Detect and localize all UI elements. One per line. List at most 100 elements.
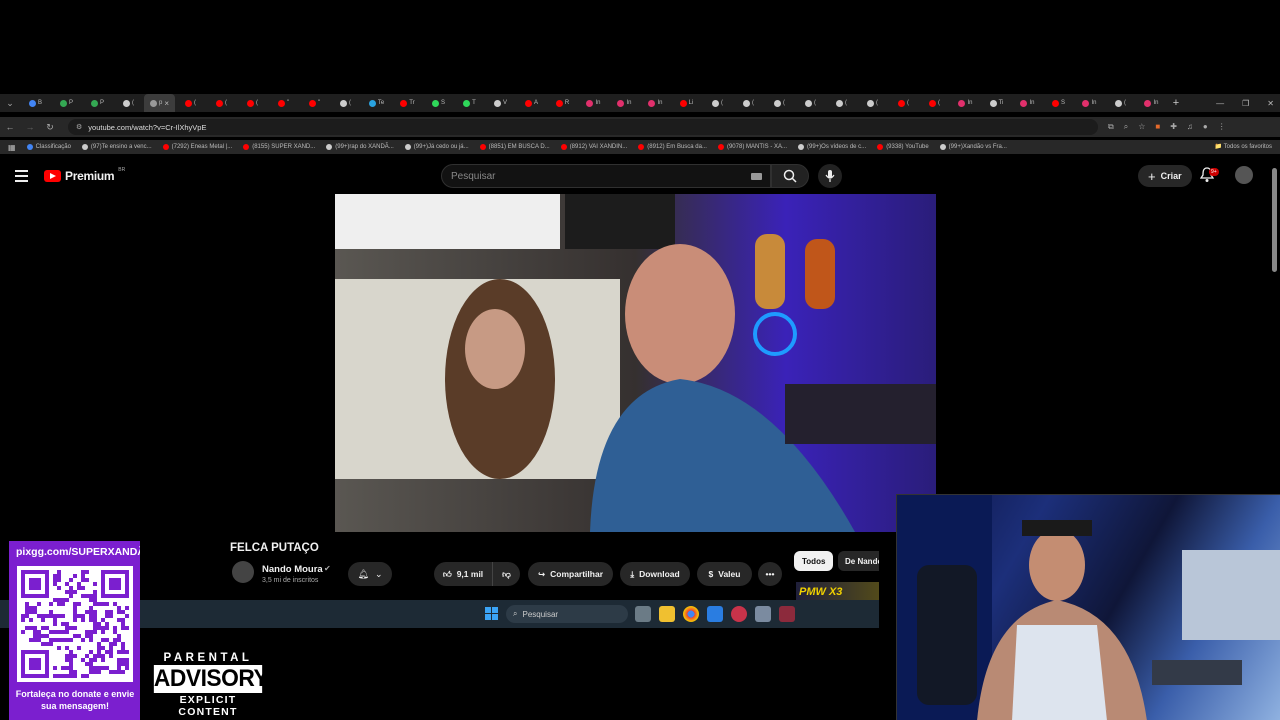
browser-tab[interactable]: ( xyxy=(237,94,268,112)
browser-tab[interactable]: ( xyxy=(764,94,795,112)
tab-search-icon[interactable]: ⌄ xyxy=(0,98,20,109)
close-tab-icon[interactable]: × xyxy=(164,99,169,108)
hamburger-menu-icon[interactable] xyxy=(15,170,28,185)
browser-tab[interactable]: P xyxy=(51,94,82,112)
bookmark-item[interactable]: (97)Te ensino a venc... xyxy=(81,144,152,150)
new-tab-button[interactable]: + xyxy=(1167,97,1185,109)
bookmark-item[interactable]: (99+)rap do XANDÃ... xyxy=(326,144,394,150)
windows-start-icon[interactable] xyxy=(485,607,498,620)
share-button[interactable]: ↪ Compartilhar xyxy=(528,562,613,586)
media-icon[interactable]: ♫ xyxy=(1187,122,1193,132)
browser-tab[interactable]: p × xyxy=(144,94,175,112)
browser-tab[interactable]: In xyxy=(609,94,640,112)
site-info-icon[interactable]: ⚙ xyxy=(76,123,82,131)
extension-icon[interactable]: ■ xyxy=(1155,122,1160,132)
reload-icon[interactable]: ↻ xyxy=(40,122,60,133)
app-icon[interactable] xyxy=(731,606,747,622)
browser-tab[interactable]: ( xyxy=(888,94,919,112)
search-input[interactable] xyxy=(451,170,741,182)
steam-icon[interactable] xyxy=(779,606,795,622)
url-bar[interactable]: ⚙ youtube.com/watch?v=Cr-IlXhyVpE xyxy=(68,119,1098,135)
browser-tab[interactable]: Tr xyxy=(392,94,423,112)
search-button[interactable] xyxy=(771,164,809,188)
page-scrollbar[interactable] xyxy=(1272,168,1277,272)
browser-tab[interactable]: ( xyxy=(175,94,206,112)
file-explorer-icon[interactable] xyxy=(659,606,675,622)
chip-all[interactable]: Todos xyxy=(794,551,834,571)
bookmark-item[interactable]: (99+)Já cedo ou já... xyxy=(404,144,469,150)
install-app-icon[interactable]: ⧉ xyxy=(1108,122,1114,132)
browser-tab[interactable]: Ti xyxy=(981,94,1012,112)
bookmark-star-icon[interactable]: ☆ xyxy=(1138,122,1145,132)
browser-tab[interactable]: ( xyxy=(826,94,857,112)
task-view-icon[interactable] xyxy=(635,606,651,622)
browser-tab[interactable]: " xyxy=(268,94,299,112)
more-actions-button[interactable]: ••• xyxy=(758,562,782,586)
browser-tab[interactable]: P xyxy=(82,94,113,112)
browser-tab[interactable]: In xyxy=(640,94,671,112)
settings-icon[interactable] xyxy=(755,606,771,622)
browser-tab[interactable]: S xyxy=(423,94,454,112)
create-button[interactable]: + Criar xyxy=(1138,165,1192,187)
chrome-icon[interactable] xyxy=(683,606,699,622)
download-button[interactable]: ⤓ Download xyxy=(620,562,690,586)
browser-tab[interactable]: " xyxy=(299,94,330,112)
browser-tab[interactable]: B xyxy=(20,94,51,112)
bookmark-item[interactable]: (8155) SUPER XAND... xyxy=(243,144,315,150)
browser-tab[interactable]: ( xyxy=(702,94,733,112)
bookmark-item[interactable]: (7292) Eneas Metal |... xyxy=(162,144,232,150)
maximize-icon[interactable]: ❐ xyxy=(1242,99,1249,108)
browser-tab[interactable]: In xyxy=(578,94,609,112)
browser-tab[interactable]: Te xyxy=(361,94,392,112)
browser-tab[interactable]: A xyxy=(516,94,547,112)
user-avatar[interactable] xyxy=(1235,166,1253,184)
browser-tab[interactable]: S xyxy=(1043,94,1074,112)
browser-tab[interactable]: T xyxy=(454,94,485,112)
bookmark-item[interactable]: Classificação xyxy=(26,144,71,150)
browser-tab[interactable]: In xyxy=(1136,94,1167,112)
keyboard-icon[interactable] xyxy=(751,173,762,180)
voice-search-button[interactable] xyxy=(818,164,842,188)
browser-tab[interactable]: In xyxy=(1074,94,1105,112)
browser-tab[interactable]: ( xyxy=(330,94,361,112)
search-box[interactable] xyxy=(441,164,771,188)
channel-name[interactable]: Nando Moura xyxy=(262,564,323,575)
video-player[interactable] xyxy=(335,194,936,532)
puzzle-extensions-icon[interactable]: ✚ xyxy=(1170,122,1177,132)
browser-tab[interactable]: ( xyxy=(795,94,826,112)
channel-avatar[interactable] xyxy=(232,561,254,583)
browser-tab[interactable]: ( xyxy=(857,94,888,112)
bookmark-item[interactable]: (99+)Os vídeos de c... xyxy=(797,144,866,150)
forward-icon[interactable]: → xyxy=(20,122,40,132)
browser-tab[interactable]: ( xyxy=(733,94,764,112)
bookmark-item[interactable]: (99+)Xandão vs Fra... xyxy=(939,144,1007,150)
minimize-icon[interactable]: — xyxy=(1216,99,1224,108)
taskbar-search[interactable]: ⌕ Pesquisar xyxy=(506,605,628,623)
thanks-button[interactable]: $ Valeu xyxy=(697,562,752,586)
apps-grid-icon[interactable]: ▦ xyxy=(8,143,16,152)
subscription-notifications-button[interactable]: 🔔︎ ⌄ xyxy=(348,562,392,586)
browser-menu-icon[interactable]: ⋮ xyxy=(1218,122,1226,132)
url-text[interactable]: youtube.com/watch?v=Cr-IlXhyVpE xyxy=(88,123,206,132)
youtube-logo[interactable]: Premium BR xyxy=(44,167,125,183)
browser-tab[interactable]: R xyxy=(547,94,578,112)
back-icon[interactable]: ← xyxy=(0,122,20,132)
browser-tab[interactable]: V xyxy=(485,94,516,112)
dislike-button[interactable]: 👎︎ xyxy=(492,562,520,586)
bookmark-item[interactable]: (9338) YouTube xyxy=(877,144,929,150)
bookmark-item[interactable]: (8912) VAI XANDIN... xyxy=(560,144,627,150)
profile-icon[interactable]: ● xyxy=(1203,122,1208,132)
recommended-thumbnail[interactable]: PMW X3 xyxy=(796,582,879,602)
browser-tab[interactable]: ( xyxy=(919,94,950,112)
chip-from-channel[interactable]: De Nando xyxy=(838,551,879,571)
browser-tab[interactable]: ( xyxy=(206,94,237,112)
bookmark-item[interactable]: (9078) MANTIS - XA... xyxy=(717,144,787,150)
browser-tab[interactable]: In xyxy=(1012,94,1043,112)
close-window-icon[interactable]: ✕ xyxy=(1267,99,1274,108)
store-icon[interactable] xyxy=(707,606,723,622)
all-bookmarks-button[interactable]: 📁 Todos os favoritos xyxy=(1215,143,1272,150)
bookmark-item[interactable]: (8851) EM BUSCA D... xyxy=(479,144,550,150)
like-button[interactable]: 👍︎ 9,1 mil xyxy=(434,562,492,586)
bookmark-item[interactable]: (8912) Em Busca da... xyxy=(638,144,707,150)
browser-tab[interactable]: In xyxy=(950,94,981,112)
